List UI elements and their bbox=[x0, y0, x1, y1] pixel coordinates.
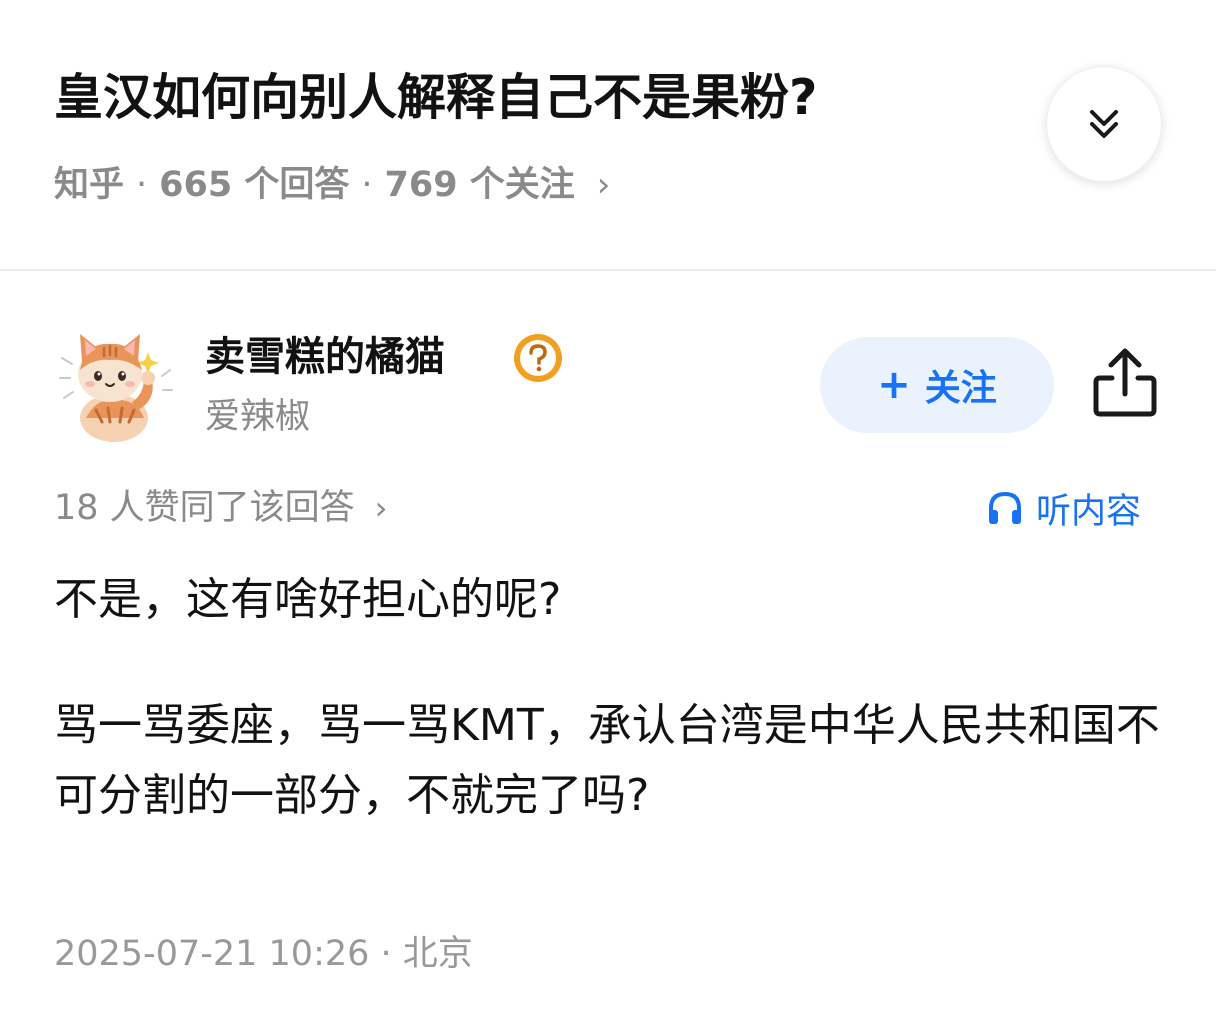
listen-label: 听内容 bbox=[1036, 491, 1142, 532]
chevron-right-icon: › bbox=[596, 165, 611, 205]
chevron-right-icon: › bbox=[374, 489, 388, 527]
answers-count: 665 个回答 bbox=[159, 165, 350, 205]
source-label: 知乎 bbox=[54, 165, 125, 205]
meta-separator: · bbox=[136, 165, 148, 205]
follow-label: 关注 bbox=[924, 368, 997, 409]
plus-icon: + bbox=[877, 362, 911, 408]
section-divider bbox=[0, 269, 1216, 271]
answer-paragraph: 骂一骂委座，骂一骂KMT，承认台湾是中华人民共和国不可分割的一部分，不就完了吗? bbox=[54, 700, 1160, 821]
author-bio: 爱辣椒 bbox=[205, 397, 311, 437]
follow-button[interactable]: + 关注 bbox=[820, 337, 1054, 433]
upvote-summary[interactable]: 18 人赞同了该回答 › bbox=[54, 483, 387, 533]
share-icon[interactable] bbox=[1092, 344, 1158, 420]
headphones-icon bbox=[989, 491, 1021, 524]
answer-paragraph: 不是，这有啥好担心的呢? bbox=[54, 574, 562, 625]
question-meta[interactable]: 知乎 · 665 个回答 · 769 个关注 › bbox=[54, 160, 610, 210]
followers-count: 769 个关注 bbox=[384, 165, 575, 205]
author-name[interactable]: 卖雪糕的橘猫 bbox=[205, 330, 445, 384]
meta-separator: · bbox=[361, 165, 373, 205]
cat-avatar-icon bbox=[59, 334, 173, 442]
double-chevron-down-icon bbox=[1090, 110, 1118, 138]
upvote-text: 18 人赞同了该回答 bbox=[54, 488, 355, 528]
question-badge-icon[interactable] bbox=[512, 332, 564, 384]
collapse-button[interactable] bbox=[1046, 66, 1162, 182]
listen-button[interactable]: 听内容 bbox=[986, 483, 1141, 533]
answer-timestamp: 2025-07-21 10:26 · 北京 bbox=[54, 934, 473, 974]
avatar[interactable] bbox=[56, 318, 178, 444]
answer-content: 不是，这有啥好担心的呢? 骂一骂委座，骂一骂KMT，承认台湾是中华人民共和国不可… bbox=[54, 565, 1164, 887]
question-title[interactable]: 皇汉如何向别人解释自己不是果粉? bbox=[54, 64, 1024, 132]
